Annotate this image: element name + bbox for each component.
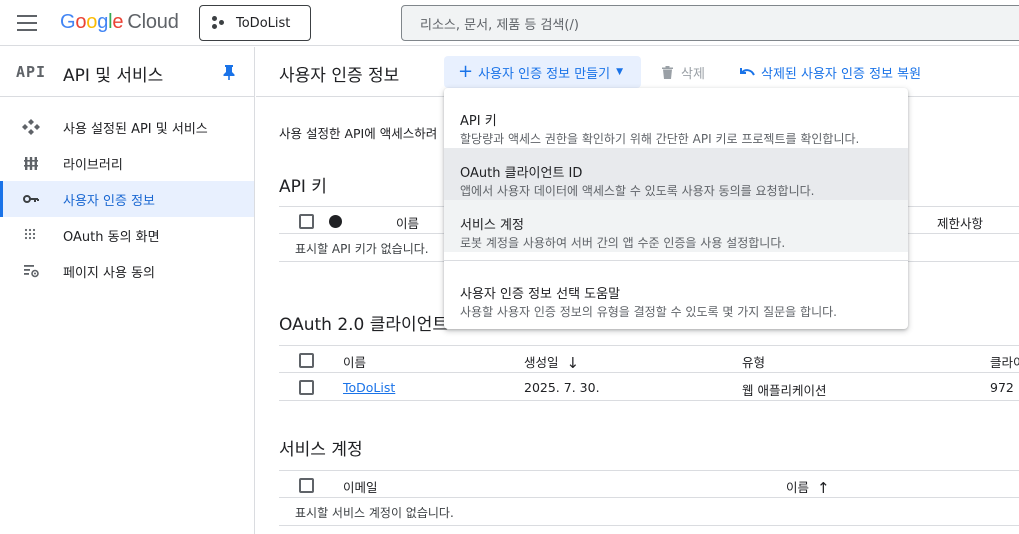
- column-header-client-id[interactable]: 클라이: [990, 352, 1019, 371]
- dots-grid-icon: [24, 228, 36, 240]
- key-icon: [23, 195, 39, 203]
- column-header-created[interactable]: 생성일 ↓: [524, 352, 579, 372]
- create-credentials-menu: API 키 할당량과 액세스 권한을 확인하기 위해 간단한 API 키로 프로…: [444, 88, 908, 329]
- api-badge-icon: API: [16, 63, 47, 81]
- menu-item-api-key[interactable]: API 키 할당량과 액세스 권한을 확인하기 위해 간단한 API 키로 프로…: [444, 96, 908, 148]
- menu-icon[interactable]: [17, 15, 37, 31]
- search-input[interactable]: 리소스, 문서, 제품 등 검색(/): [401, 5, 1019, 41]
- menu-item-title: 서비스 계정: [460, 218, 524, 233]
- sidebar-item-label: 사용자 인증 정보: [63, 193, 155, 209]
- table-row: ToDoList 2025. 7. 30. 웹 애플리케이션 972: [279, 373, 1019, 401]
- column-header-name[interactable]: 이름: [396, 213, 419, 232]
- caret-down-icon: ▼: [616, 67, 624, 77]
- restore-deleted-credentials-button[interactable]: 삭제된 사용자 인증 정보 복원: [740, 63, 921, 82]
- client-id: 972: [990, 380, 1014, 395]
- service-accounts-table: 이메일 이름 ↑ 표시할 서비스 계정이 없습니다.: [279, 470, 1019, 526]
- diamond-icon: [22, 119, 40, 135]
- page-title: 사용자 인증 정보: [279, 66, 400, 86]
- logo-letter: g: [97, 11, 109, 33]
- arrow-down-icon: ↓: [566, 354, 580, 372]
- created-date: 2025. 7. 30.: [524, 380, 600, 395]
- google-cloud-logo[interactable]: Google Cloud: [60, 11, 179, 34]
- menu-item-title: 사용자 인증 정보 선택 도움말: [460, 287, 621, 302]
- menu-item-service-account[interactable]: 서비스 계정 로봇 계정을 사용하여 서버 간의 앱 수준 인증을 사용 설정합…: [444, 200, 908, 252]
- project-selector[interactable]: ToDoList: [199, 5, 311, 41]
- intro-text: 사용 설정한 API에 액세스하려: [279, 126, 438, 141]
- logo-letter: o: [75, 11, 87, 33]
- sidebar-item-label: 사용 설정된 API 및 서비스: [63, 121, 208, 137]
- column-header-name[interactable]: 이름: [343, 352, 366, 371]
- sidebar-header: API API 및 서비스: [0, 47, 254, 97]
- menu-item-title: OAuth 클라이언트 ID: [460, 166, 583, 181]
- select-all-checkbox[interactable]: [299, 478, 314, 493]
- column-header-label: 생성일: [524, 355, 559, 370]
- restore-label: 삭제된 사용자 인증 정보 복원: [761, 67, 922, 82]
- pin-icon[interactable]: [223, 65, 235, 80]
- column-header-restrictions[interactable]: 제한사항: [937, 213, 983, 232]
- column-header-type[interactable]: 유형: [742, 352, 765, 371]
- sidebar-item-library[interactable]: 라이브러리: [0, 145, 254, 181]
- settings-list-icon: [24, 265, 39, 278]
- logo-letter: e: [112, 11, 124, 33]
- sidebar-item-label: OAuth 동의 화면: [63, 229, 160, 245]
- menu-item-description: 사용할 사용자 인증 정보의 유형을 결정할 수 있도록 몇 가지 질문을 합니…: [460, 305, 837, 319]
- row-checkbox[interactable]: [299, 380, 314, 395]
- create-credentials-label: 사용자 인증 정보 만들기: [478, 66, 611, 82]
- client-name-link[interactable]: ToDoList: [343, 380, 395, 395]
- search-placeholder: 리소스, 문서, 제품 등 검색(/): [420, 17, 579, 33]
- sidebar-item-oauth-consent[interactable]: OAuth 동의 화면: [0, 217, 254, 253]
- status-dot-icon: [329, 215, 342, 228]
- trash-icon: [662, 66, 673, 79]
- empty-message: 표시할 API 키가 없습니다.: [295, 242, 429, 256]
- menu-item-oauth-client-id[interactable]: OAuth 클라이언트 ID 앱에서 사용자 데이터에 액세스할 수 있도록 사…: [444, 148, 908, 200]
- column-header-email[interactable]: 이메일: [343, 477, 378, 496]
- delete-button[interactable]: 삭제: [662, 63, 705, 82]
- table-header-row: 이름 생성일 ↓ 유형 클라이: [279, 345, 1019, 373]
- select-all-checkbox[interactable]: [299, 214, 314, 229]
- project-name: ToDoList: [236, 15, 291, 31]
- sidebar-item-page-usage-agreement[interactable]: 페이지 사용 동의: [0, 253, 254, 289]
- column-header-name[interactable]: 이름 ↑: [786, 477, 830, 497]
- logo-letter: G: [60, 11, 76, 33]
- menu-item-title: API 키: [460, 114, 497, 129]
- column-header-label: 이름: [786, 480, 810, 495]
- client-type: 웹 애플리케이션: [742, 383, 827, 398]
- logo-letter: o: [86, 11, 98, 33]
- arrow-up-icon: ↑: [817, 479, 830, 497]
- sidebar-item-label: 페이지 사용 동의: [63, 265, 155, 281]
- select-all-checkbox[interactable]: [299, 353, 314, 368]
- menu-item-description: 할당량과 액세스 권한을 확인하기 위해 간단한 API 키로 프로젝트를 확인…: [460, 132, 860, 146]
- logo-cloud: Cloud: [127, 11, 179, 33]
- plus-icon: +: [458, 61, 474, 82]
- table-header-row: 이메일 이름 ↑: [279, 470, 1019, 498]
- create-credentials-button[interactable]: + 사용자 인증 정보 만들기 ▼: [444, 56, 641, 88]
- oauth-clients-title: OAuth 2.0 클라이언트: [279, 315, 448, 335]
- project-icon: [212, 16, 226, 30]
- top-bar: Google Cloud ToDoList 리소스, 문서, 제품 등 검색(/): [0, 0, 1019, 46]
- empty-row: 표시할 서비스 계정이 없습니다.: [279, 498, 1019, 526]
- sidebar-item-enabled-apis[interactable]: 사용 설정된 API 및 서비스: [0, 109, 254, 145]
- menu-item-description: 앱에서 사용자 데이터에 액세스할 수 있도록 사용자 동의를 요청합니다.: [460, 184, 815, 198]
- sidebar-item-credentials[interactable]: 사용자 인증 정보: [0, 181, 254, 217]
- undo-icon: [740, 67, 755, 76]
- menu-item-description: 로봇 계정을 사용하여 서버 간의 앱 수준 인증을 사용 설정합니다.: [460, 236, 786, 250]
- sidebar-title: API 및 서비스: [63, 66, 164, 86]
- service-accounts-title: 서비스 계정: [279, 440, 363, 460]
- sidebar: API API 및 서비스 사용 설정된 API 및 서비스 라이브러리 사용자…: [0, 47, 255, 534]
- delete-label: 삭제: [681, 67, 705, 82]
- sidebar-item-label: 라이브러리: [63, 157, 123, 173]
- menu-item-help-me-choose[interactable]: 사용자 인증 정보 선택 도움말 사용할 사용자 인증 정보의 유형을 결정할 …: [444, 269, 908, 321]
- oauth-clients-table: 이름 생성일 ↓ 유형 클라이 ToDoList 2025. 7. 30. 웹 애…: [279, 345, 1019, 401]
- menu-divider: [444, 260, 908, 261]
- api-keys-title: API 키: [279, 177, 327, 197]
- empty-message: 표시할 서비스 계정이 없습니다.: [295, 506, 454, 520]
- library-icon: [24, 157, 38, 170]
